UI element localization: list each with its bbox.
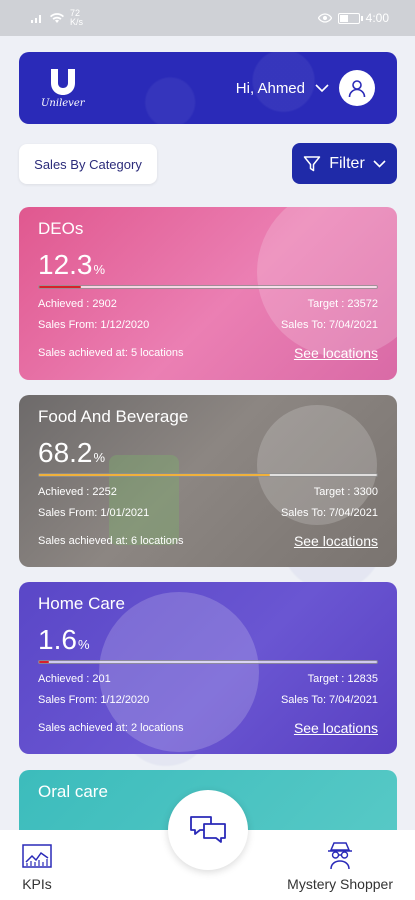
locations-count: Sales achieved at: 6 locations — [38, 535, 184, 547]
category-card-food-and-beverage[interactable]: Food And Beverage 68.2% Achieved : 2252 … — [19, 395, 397, 567]
unilever-logo-icon — [50, 69, 75, 95]
status-bar: 72 K/s 4:00 — [0, 0, 415, 36]
see-locations-link[interactable]: See locations — [294, 720, 378, 736]
locations-count: Sales achieved at: 5 locations — [38, 347, 184, 359]
locations-count: Sales achieved at: 2 locations — [38, 722, 184, 734]
filter-button[interactable]: Filter — [292, 143, 397, 184]
wifi-icon — [50, 13, 64, 23]
sales-from: Sales From: 1/12/2020 — [38, 319, 150, 331]
network-speed: 72 K/s — [70, 8, 84, 27]
achieved-percentage: 12.3% — [38, 249, 106, 280]
category-card-home-care[interactable]: Home Care 1.6% Achieved : 201 Target : 1… — [19, 582, 397, 754]
achieved-value: Achieved : 2252 — [38, 486, 117, 498]
chart-icon — [22, 844, 52, 868]
detective-icon — [328, 842, 353, 870]
achieved-percentage: 68.2% — [38, 437, 106, 468]
progress-fill — [39, 474, 270, 476]
sales-to: Sales To: 7/04/2021 — [280, 694, 378, 706]
see-locations-link[interactable]: See locations — [294, 533, 378, 549]
progress-fill — [39, 661, 50, 663]
sales-to: Sales To: 7/04/2021 — [280, 507, 378, 519]
sales-by-category-button[interactable]: Sales By Category — [19, 144, 157, 184]
progress-bar — [38, 660, 378, 664]
eye-icon — [317, 13, 332, 23]
nav-kpis-label: KPIs — [22, 876, 52, 892]
target-value: Target : 3300 — [313, 486, 378, 498]
avatar[interactable] — [339, 70, 375, 106]
brand-name: Unilever — [41, 98, 85, 109]
card-title: Food And Beverage — [38, 407, 189, 426]
nav-mystery-shopper[interactable]: Mystery Shopper — [287, 840, 393, 892]
chat-button[interactable] — [168, 790, 248, 870]
app-header: Unilever Hi, Ahmed — [19, 52, 397, 124]
sales-to: Sales To: 7/04/2021 — [280, 319, 378, 331]
battery-icon — [337, 12, 363, 24]
clock: 4:00 — [365, 11, 389, 25]
progress-bar — [38, 285, 378, 289]
filter-icon — [303, 155, 321, 171]
target-value: Target : 12835 — [307, 673, 378, 685]
category-card-deos[interactable]: DEOs 12.3% Achieved : 2902 Target : 2357… — [19, 207, 397, 380]
sales-from: Sales From: 1/12/2020 — [38, 694, 150, 706]
category-label: Sales By Category — [34, 156, 142, 172]
achieved-value: Achieved : 201 — [38, 673, 111, 685]
unilever-logo: Unilever — [41, 67, 85, 109]
progress-fill — [39, 286, 81, 288]
chat-icon — [190, 816, 226, 843]
card-title: Home Care — [38, 594, 125, 613]
user-icon — [348, 80, 366, 98]
greeting-text: Hi, Ahmed — [235, 79, 305, 97]
nav-mystery-shopper-label: Mystery Shopper — [287, 876, 393, 892]
filter-label: Filter — [329, 154, 365, 172]
target-value: Target : 23572 — [307, 298, 378, 310]
chevron-down-icon — [315, 83, 329, 92]
chevron-down-icon — [373, 159, 386, 168]
progress-bar — [38, 473, 378, 477]
see-locations-link[interactable]: See locations — [294, 345, 378, 361]
achieved-percentage: 1.6% — [38, 624, 90, 655]
card-title: DEOs — [38, 219, 84, 238]
sales-from: Sales From: 1/01/2021 — [38, 507, 150, 519]
user-menu[interactable]: Hi, Ahmed — [236, 70, 375, 106]
nav-kpis[interactable]: KPIs — [22, 844, 52, 892]
achieved-value: Achieved : 2902 — [38, 298, 117, 310]
signal-icon — [31, 15, 41, 23]
